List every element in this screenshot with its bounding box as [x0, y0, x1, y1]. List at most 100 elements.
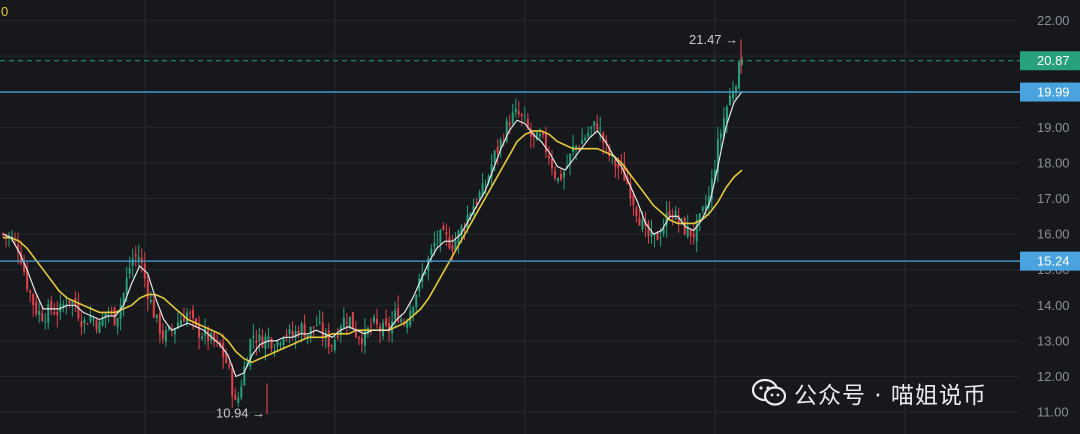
candle-body	[737, 62, 740, 89]
candle-body	[692, 233, 695, 238]
candle-body	[41, 313, 44, 321]
candle-body	[719, 133, 722, 139]
candle-body	[189, 312, 192, 314]
candle-body	[590, 126, 593, 129]
candle-body	[300, 323, 303, 334]
candle-body	[415, 294, 418, 308]
current-price-tag: 20.87	[1037, 53, 1070, 68]
candle-body	[228, 364, 231, 367]
candle-body	[315, 324, 318, 326]
watermark-text: 公众号 · 喵姐说币	[794, 383, 987, 409]
watermark: 公众号 · 喵姐说币	[752, 376, 987, 410]
candle-body	[400, 318, 403, 323]
candle-body	[617, 164, 620, 168]
candle-body	[327, 330, 330, 347]
y-tick-label: 11.00	[1037, 405, 1069, 420]
candle-body	[553, 170, 556, 178]
candle-body	[261, 336, 264, 348]
candle-body	[71, 301, 74, 305]
candle-body	[475, 202, 478, 204]
candle-body	[345, 322, 348, 324]
candle-body	[155, 314, 158, 318]
candle-body	[674, 210, 677, 220]
candle-body	[538, 133, 541, 137]
candle-body	[406, 321, 409, 328]
candle-body	[351, 312, 354, 330]
candle-body	[728, 95, 731, 105]
candle-body	[116, 317, 119, 327]
candle-body	[152, 299, 155, 318]
candle-body	[158, 313, 161, 334]
candle-body	[373, 316, 376, 323]
candle-body	[550, 158, 553, 169]
candle-body	[110, 309, 113, 311]
y-tick-label: 12.00	[1037, 369, 1070, 384]
candle-body	[32, 293, 35, 306]
candle-body	[68, 300, 71, 304]
candle-body	[493, 150, 496, 163]
candle-body	[92, 318, 95, 321]
candle-body	[581, 140, 584, 145]
candle-body	[376, 318, 379, 325]
candle-body	[451, 245, 454, 251]
candle-body	[47, 304, 50, 323]
candle-body	[348, 316, 351, 328]
candle-body	[385, 318, 388, 325]
candle-body	[255, 340, 258, 343]
y-tick-label: 22.00	[1037, 13, 1070, 28]
candle-body	[38, 310, 41, 315]
candle-body	[146, 279, 149, 299]
candle-body	[593, 121, 596, 127]
candle-body	[433, 242, 436, 247]
candle-body	[285, 334, 288, 336]
candle-body	[282, 337, 285, 345]
annotation-high: 21.47 →	[689, 32, 738, 47]
candle-body	[182, 317, 185, 322]
candle-body	[647, 223, 650, 237]
candle-body	[357, 337, 360, 339]
candle-body	[508, 122, 511, 126]
candle-body	[137, 256, 140, 261]
candle-body	[201, 336, 204, 339]
candle-body	[560, 173, 563, 180]
candle-body	[641, 219, 644, 230]
candle-body	[80, 321, 83, 327]
candle-body	[164, 330, 167, 342]
y-tick-label: 13.00	[1037, 333, 1070, 348]
candle-body	[225, 354, 228, 363]
candle-body	[547, 155, 550, 159]
candle-body	[192, 309, 195, 318]
annotation-low: 10.94 →	[216, 406, 265, 421]
level-tag: 15.24	[1037, 254, 1070, 269]
candle-body	[270, 338, 273, 349]
candle-body	[56, 311, 59, 316]
candle-body	[98, 321, 101, 334]
candle-body	[89, 316, 92, 322]
candle-body	[237, 397, 240, 403]
candle-body	[273, 350, 276, 352]
candle-body	[128, 267, 131, 274]
candle-body	[276, 341, 279, 347]
candle-body	[95, 320, 98, 330]
candle-body	[430, 248, 433, 255]
candle-body	[439, 229, 442, 244]
candle-body	[53, 312, 56, 315]
candle-body	[599, 128, 602, 130]
candle-body	[448, 237, 451, 249]
candle-body	[496, 147, 499, 153]
candle-body	[83, 319, 86, 324]
candle-body	[638, 217, 641, 226]
candle-body	[659, 237, 662, 239]
candle-body	[445, 231, 448, 235]
candle-body	[161, 330, 164, 339]
y-tick-label: 18.00	[1037, 155, 1070, 170]
candle-body	[303, 323, 306, 337]
candle-body	[656, 232, 659, 241]
candle-body	[125, 277, 128, 294]
candle-body	[134, 254, 137, 257]
candle-body	[596, 123, 599, 130]
candle-body	[563, 172, 566, 178]
legend-fragment: 0	[1, 4, 8, 19]
candle-body	[267, 336, 270, 340]
chart-background	[0, 0, 1080, 434]
